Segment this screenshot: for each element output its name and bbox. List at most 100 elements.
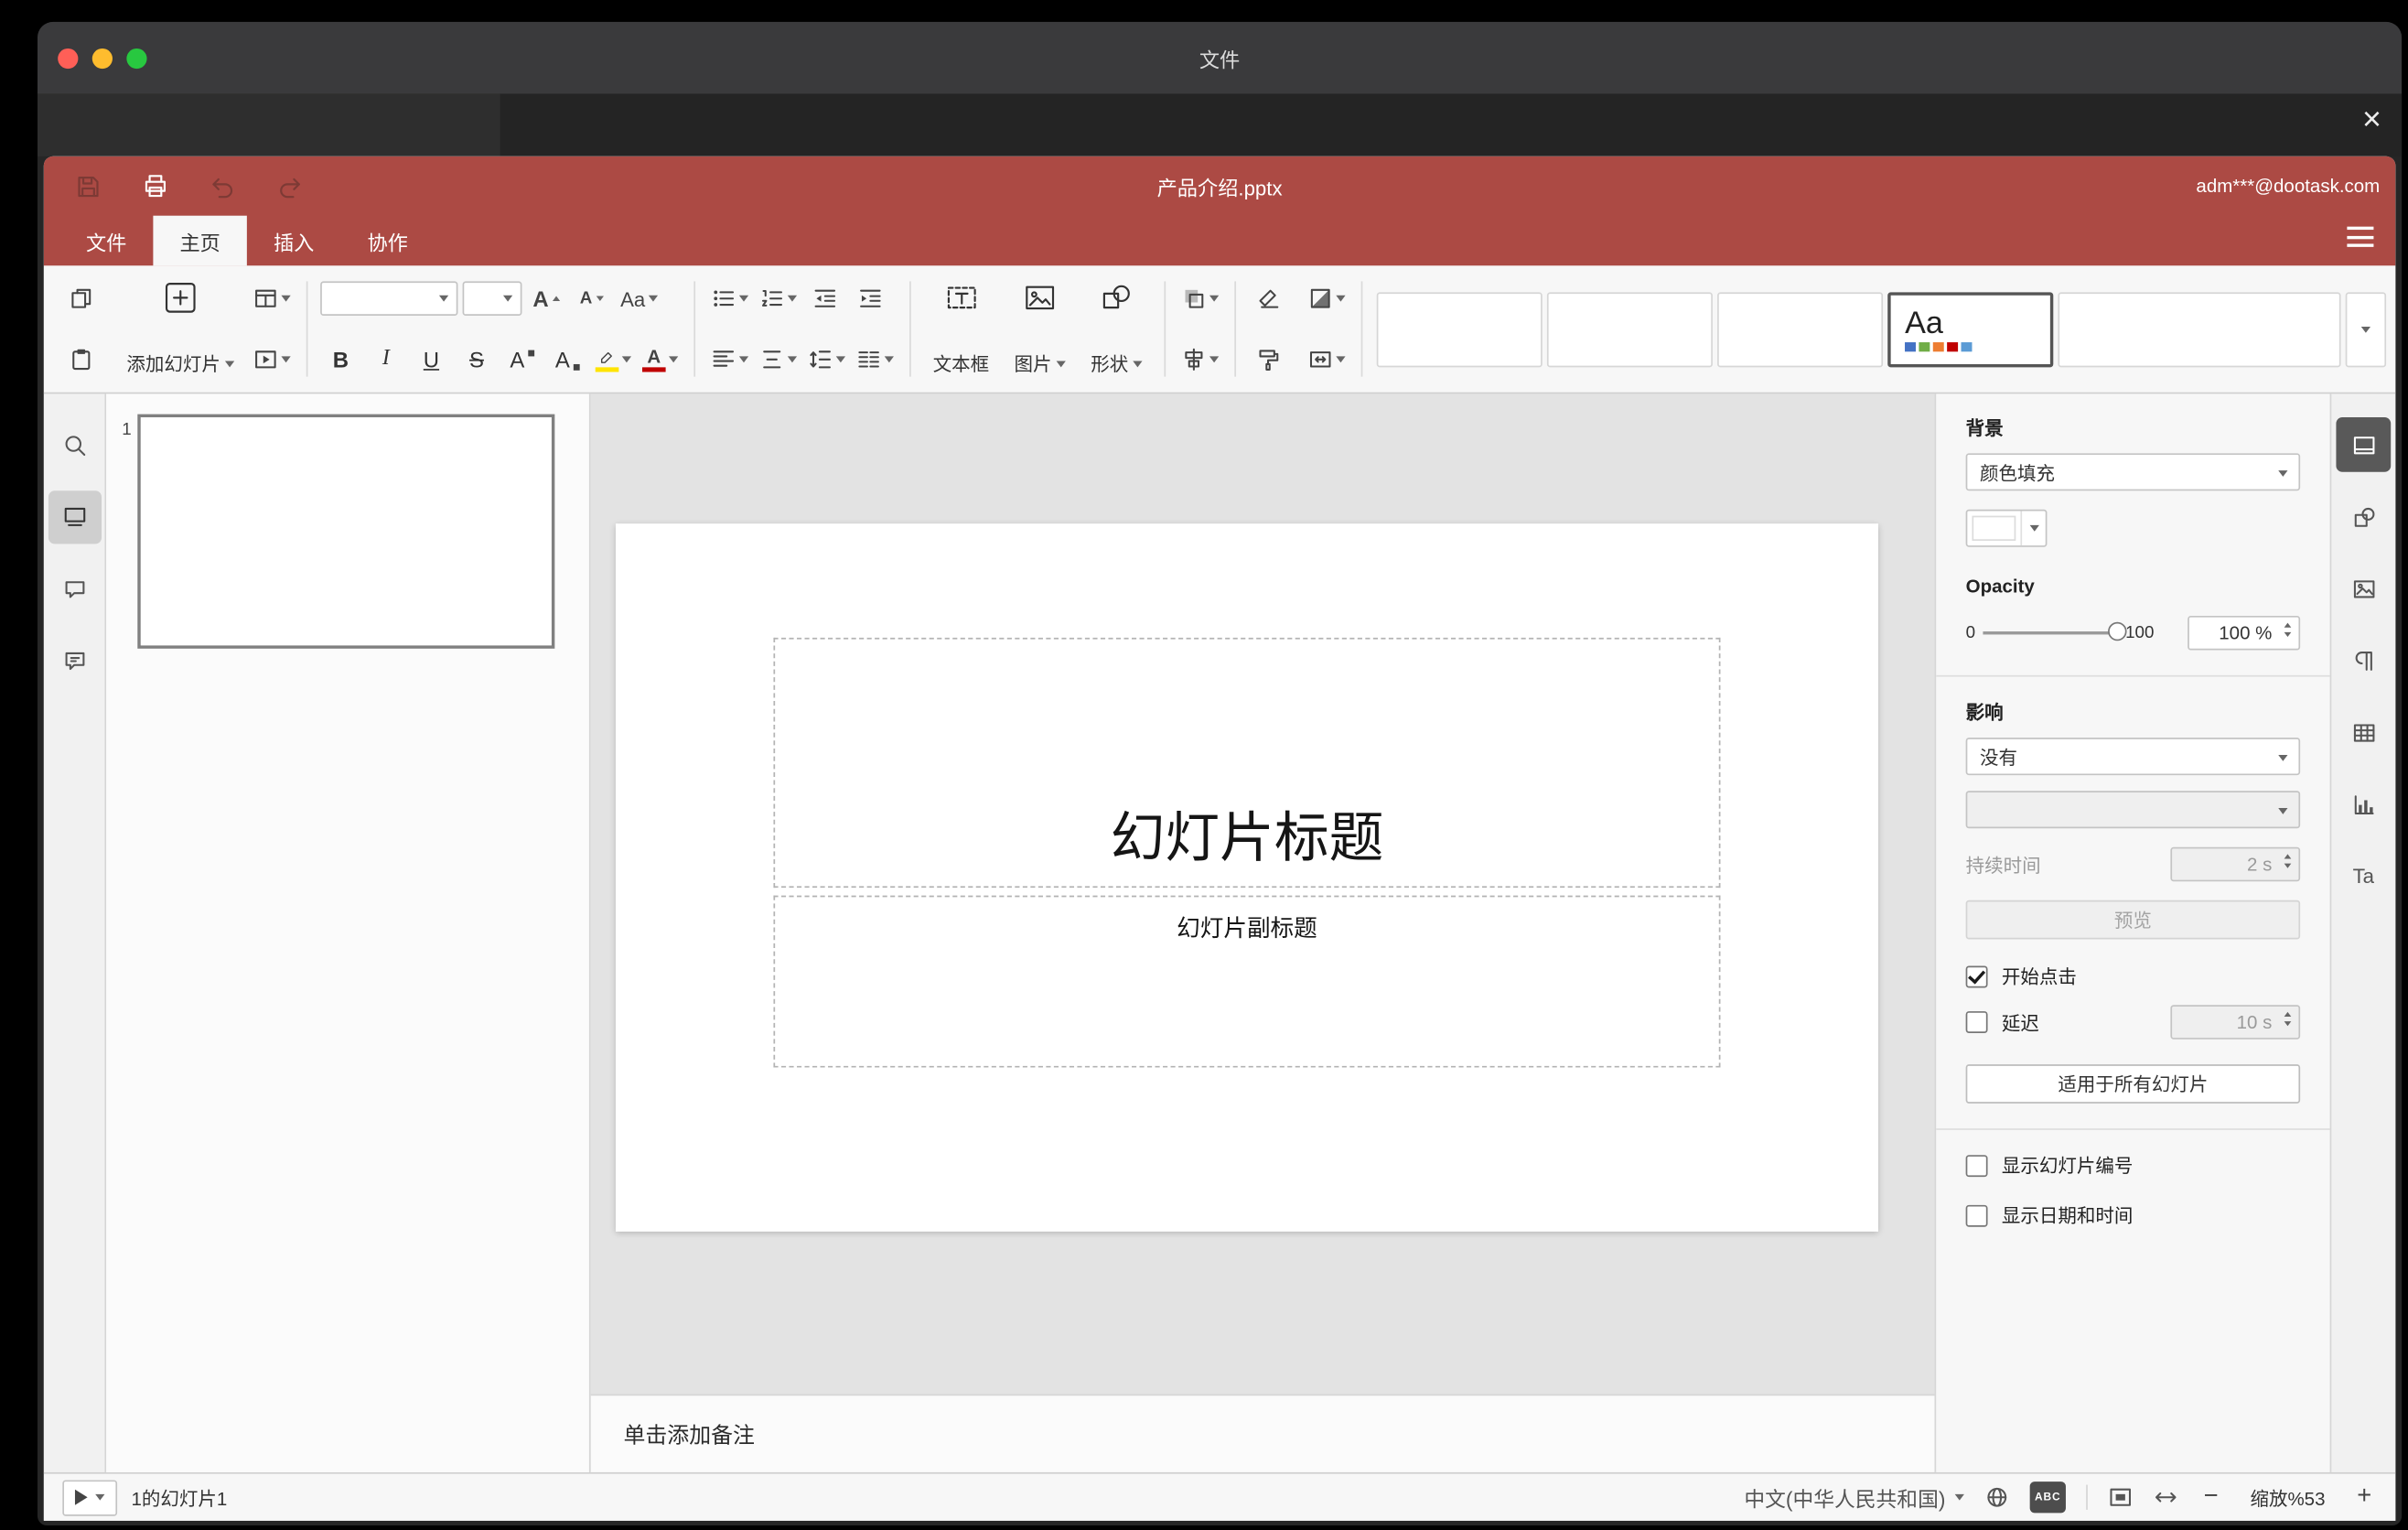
bullets-button[interactable] <box>708 278 752 318</box>
checkbox-icon[interactable] <box>1965 1203 1988 1226</box>
color-scheme-button[interactable] <box>1305 278 1349 318</box>
delay-spinner: 10 s <box>2170 1005 2301 1040</box>
vertical-align-button[interactable] <box>757 339 801 380</box>
start-slideshow-status-button[interactable] <box>62 1479 118 1515</box>
apply-to-all-button[interactable]: 适用于所有幻灯片 <box>1965 1064 2301 1104</box>
bold-button[interactable]: B <box>320 339 360 380</box>
fit-to-width-button[interactable] <box>2154 1485 2178 1510</box>
show-date-time-checkbox[interactable]: 显示日期和时间 <box>1965 1201 2301 1228</box>
slide-canvas[interactable]: 幻灯片标题 幻灯片副标题 <box>591 393 1935 1394</box>
language-select[interactable]: 中文(中华人民共和国) <box>1744 1482 1964 1512</box>
add-slide-button[interactable]: 添加幻灯片 <box>117 278 243 380</box>
slide-thumbnail[interactable] <box>137 414 555 649</box>
strikethrough-button[interactable]: S <box>457 339 497 380</box>
line-spacing-button[interactable] <box>805 339 849 380</box>
table-settings-button[interactable] <box>2336 705 2391 760</box>
tab-home[interactable]: 主页 <box>153 215 247 266</box>
theme-thumbnail-2[interactable] <box>1547 291 1714 367</box>
chart-settings-button[interactable] <box>2336 777 2391 832</box>
show-slide-number-checkbox[interactable]: 显示幻灯片编号 <box>1965 1152 2301 1179</box>
tab-file[interactable]: 文件 <box>59 216 154 266</box>
font-name-select[interactable] <box>320 281 458 317</box>
start-slideshow-button[interactable] <box>250 339 294 380</box>
theme-gallery-more-button[interactable] <box>2345 291 2387 367</box>
insert-image-button[interactable]: 图片 <box>1005 278 1075 380</box>
image-settings-button[interactable] <box>2336 561 2391 616</box>
underline-button[interactable]: U <box>411 339 451 380</box>
background-fill-select[interactable]: 颜色填充 <box>1965 453 2301 491</box>
theme-thumbnail-selected[interactable]: Aa <box>1887 291 2054 367</box>
title-placeholder[interactable]: 幻灯片标题 <box>773 637 1721 889</box>
font-color-button[interactable]: A <box>640 339 682 380</box>
set-document-language-button[interactable] <box>1984 1485 2009 1510</box>
tab-collaboration[interactable]: 协作 <box>340 216 435 266</box>
comments-button[interactable] <box>48 563 101 616</box>
insert-textbox-button[interactable]: 文本框 <box>923 278 998 380</box>
arrange-shape-button[interactable] <box>1178 278 1222 318</box>
opacity-slider[interactable] <box>1983 621 2127 641</box>
start-on-click-checkbox[interactable]: 开始点击 <box>1965 963 2301 989</box>
notes-area[interactable]: 单击添加备注 <box>590 1394 1935 1472</box>
redo-button[interactable] <box>276 173 303 199</box>
increase-font-size-button[interactable]: A <box>527 278 567 318</box>
search-button[interactable] <box>48 419 101 472</box>
close-window-button[interactable] <box>58 48 79 69</box>
minimize-window-button[interactable] <box>91 48 113 69</box>
theme-thumbnail-1[interactable] <box>1376 291 1543 367</box>
maximize-window-button[interactable] <box>126 48 147 69</box>
menu-icon[interactable] <box>2347 226 2374 247</box>
spellcheck-button[interactable]: ABC <box>2029 1482 2066 1514</box>
clear-style-button[interactable] <box>1249 278 1289 318</box>
close-icon[interactable]: × <box>2362 103 2381 136</box>
copy-style-button[interactable] <box>1249 339 1289 380</box>
opacity-slider-handle[interactable] <box>2108 621 2127 641</box>
decrease-font-size-button[interactable]: A <box>572 278 612 318</box>
copy-button[interactable] <box>61 278 102 318</box>
checkbox-icon[interactable] <box>1965 1011 1988 1033</box>
checkbox-icon[interactable] <box>1965 1154 1988 1177</box>
slides-panel-button[interactable] <box>48 490 102 544</box>
increase-indent-button[interactable] <box>850 278 890 318</box>
align-shape-button[interactable] <box>1178 339 1222 380</box>
zoom-in-button[interactable]: + <box>2352 1483 2377 1512</box>
insert-columns-button[interactable] <box>854 339 898 380</box>
slide[interactable]: 幻灯片标题 幻灯片副标题 <box>615 523 1878 1232</box>
tab-insert[interactable]: 插入 <box>247 216 341 266</box>
slide-settings-button[interactable] <box>2336 417 2392 472</box>
textart-settings-button[interactable]: Ta <box>2336 848 2391 903</box>
opacity-spinner[interactable]: 100 % <box>2188 615 2301 651</box>
shape-settings-button[interactable] <box>2336 490 2391 544</box>
delay-checkbox[interactable]: 延迟 <box>1965 1009 2039 1036</box>
decrease-indent-button[interactable] <box>805 278 845 318</box>
paste-button[interactable] <box>61 339 102 380</box>
theme-thumbnail-5[interactable] <box>2058 291 2341 367</box>
superscript-button[interactable]: A <box>501 339 542 380</box>
zoom-out-button[interactable]: − <box>2198 1483 2223 1512</box>
checkbox-checked-icon[interactable] <box>1965 964 1988 987</box>
editor-header-top: 产品介绍.pptx adm***@dootask.com <box>44 156 2396 216</box>
opacity-label: Opacity <box>1965 575 2035 598</box>
horizontal-align-button[interactable] <box>708 339 752 380</box>
numbering-button[interactable] <box>757 278 801 318</box>
fit-to-slide-button[interactable] <box>2108 1485 2133 1510</box>
select-slide-size-button[interactable] <box>1305 339 1349 380</box>
highlight-color-button[interactable] <box>592 339 634 380</box>
undo-button[interactable] <box>210 173 236 199</box>
account-email: adm***@dootask.com <box>2196 175 2381 198</box>
theme-thumbnail-3[interactable] <box>1717 291 1884 367</box>
effect-select[interactable]: 没有 <box>1965 738 2301 776</box>
feedback-button[interactable] <box>48 634 101 687</box>
subscript-button[interactable]: A <box>547 339 587 380</box>
insert-shape-button[interactable]: 形状 <box>1081 278 1152 380</box>
chevron-down-icon <box>224 360 235 367</box>
save-button[interactable] <box>75 173 102 199</box>
change-case-button[interactable]: Aa <box>618 278 661 318</box>
change-slide-layout-button[interactable] <box>250 278 294 318</box>
print-button[interactable] <box>142 173 168 199</box>
textart-icon: Ta <box>2352 864 2375 889</box>
background-color-picker[interactable] <box>1965 509 2048 547</box>
paragraph-settings-button[interactable] <box>2336 633 2391 688</box>
subtitle-placeholder[interactable]: 幻灯片副标题 <box>773 895 1721 1068</box>
font-size-select[interactable] <box>462 281 522 317</box>
italic-button[interactable]: I <box>366 339 406 380</box>
